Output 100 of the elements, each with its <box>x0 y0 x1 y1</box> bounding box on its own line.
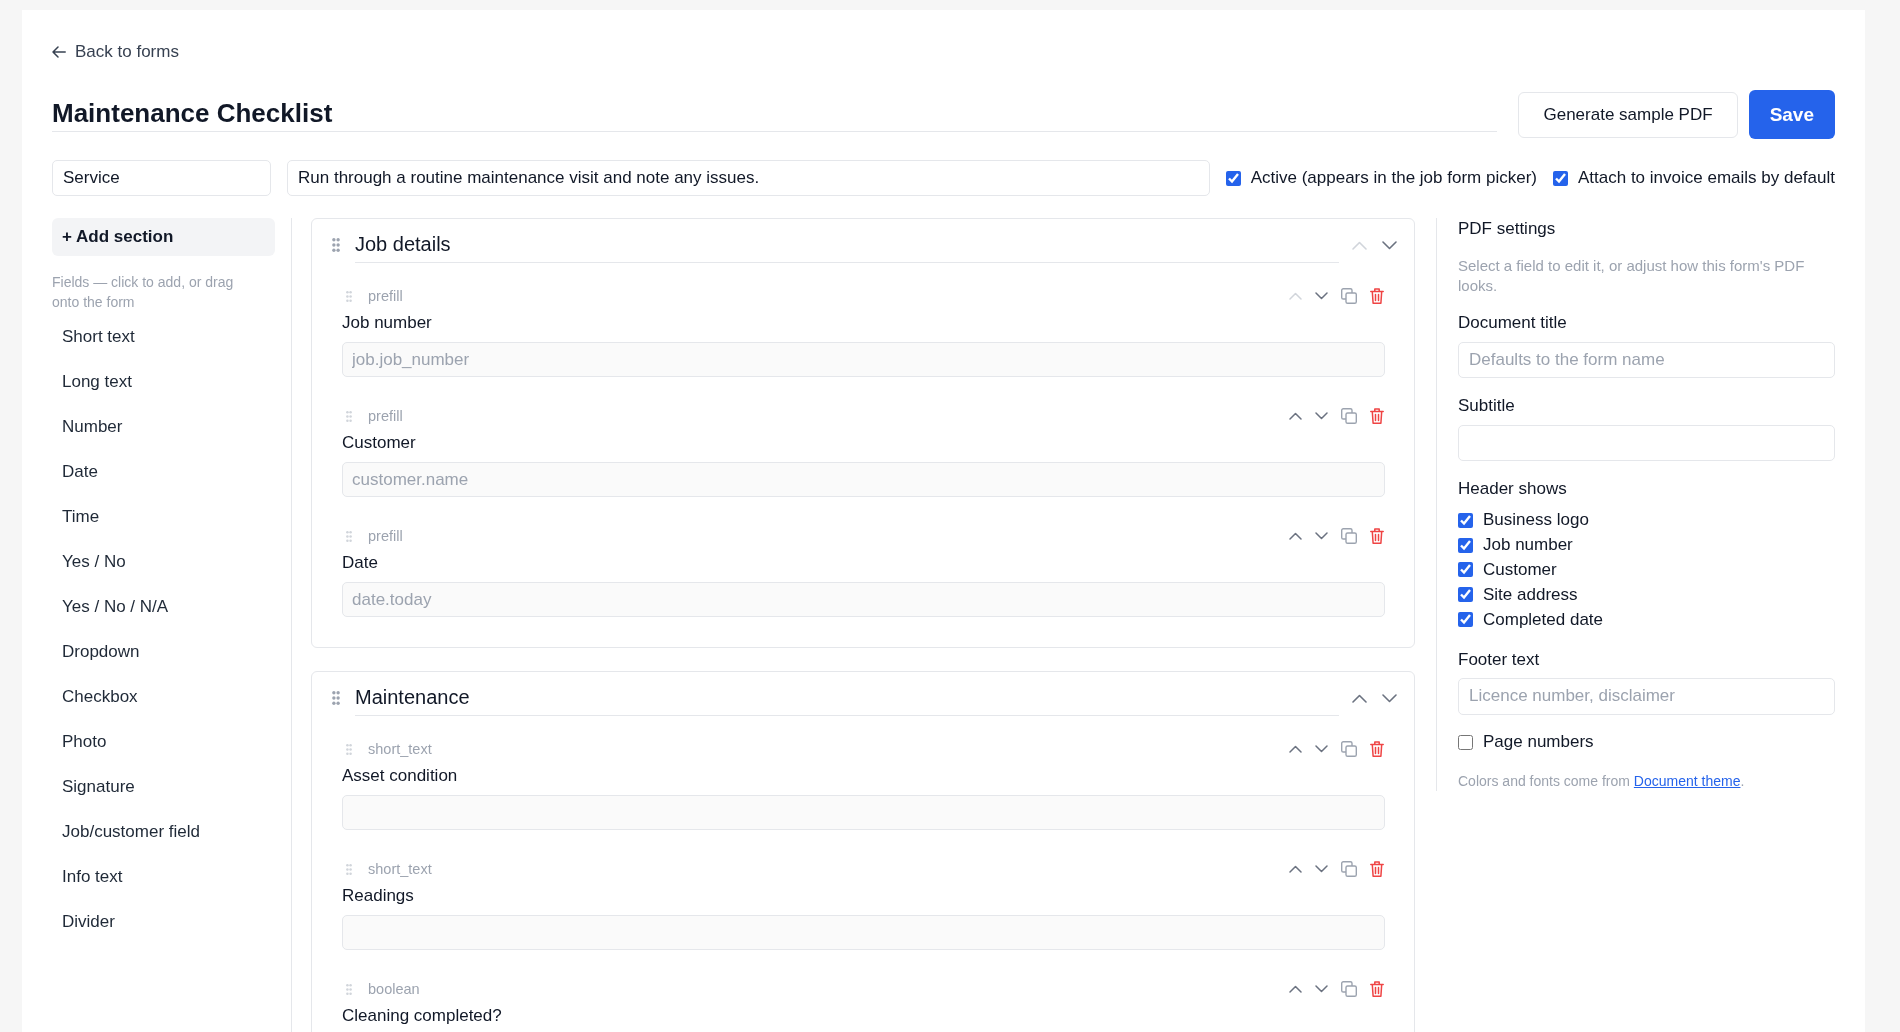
field-type-label: short_text <box>368 861 432 877</box>
field-type-item[interactable]: Yes / No / N/A <box>52 584 275 629</box>
section-title-field[interactable]: Maintenance <box>355 680 1339 716</box>
copy-icon[interactable] <box>1341 528 1357 544</box>
copy-icon[interactable] <box>1341 741 1357 757</box>
trash-icon[interactable] <box>1370 861 1384 877</box>
drag-handle-icon[interactable] <box>346 410 352 422</box>
field-type-item[interactable]: Signature <box>52 764 275 809</box>
field-type-label: boolean <box>368 981 420 997</box>
chevron-down-icon[interactable] <box>1382 240 1397 250</box>
chevron-up-icon[interactable] <box>1289 985 1302 993</box>
input-field[interactable] <box>342 915 1385 950</box>
copy-icon[interactable] <box>1341 408 1357 424</box>
chevron-down-icon[interactable] <box>1315 292 1328 300</box>
field-type-item[interactable]: Job/customer field <box>52 809 275 854</box>
chevron-up-icon[interactable] <box>1352 693 1367 703</box>
generate-pdf-button[interactable]: Generate sample PDF <box>1518 92 1738 138</box>
checkbox[interactable] <box>1458 734 1473 750</box>
panel-hint: Select a field to edit it, or adjust how this form's PDF looks. <box>1458 256 1806 296</box>
field-type-item[interactable]: Info text <box>52 854 275 899</box>
chevron-up-icon[interactable] <box>1289 865 1302 873</box>
chevron-down-icon[interactable] <box>1315 532 1328 540</box>
field-type-item[interactable]: Divider <box>52 899 275 944</box>
field-type-item[interactable]: Yes / No <box>52 539 275 584</box>
add-section-button[interactable]: + Add section <box>52 218 275 256</box>
field-type-item[interactable]: Date <box>52 449 275 494</box>
field-type-label: prefill <box>368 528 403 544</box>
field-type-item[interactable]: Short text <box>52 314 275 359</box>
panel-title: PDF settings <box>1458 218 1557 240</box>
field-label: Job number <box>342 313 433 333</box>
input-field[interactable]: customer.name <box>342 462 1385 497</box>
chevron-down-icon[interactable] <box>1315 412 1328 420</box>
document-title-field[interactable]: Defaults to the form name <box>1458 342 1835 378</box>
back-link[interactable]: Back to forms <box>52 42 179 62</box>
field-type-item[interactable]: Dropdown <box>52 629 275 674</box>
drag-handle-icon[interactable] <box>346 743 352 755</box>
checkbox[interactable] <box>1458 587 1473 603</box>
copy-icon[interactable] <box>1341 861 1357 877</box>
chevron-up-icon[interactable] <box>1289 745 1302 753</box>
trash-icon[interactable] <box>1370 741 1384 757</box>
field-type-label: short_text <box>368 741 432 757</box>
checkbox-label: Business logo <box>1483 510 1589 531</box>
trash-icon[interactable] <box>1370 981 1384 997</box>
checkbox-label: Job number <box>1483 535 1573 556</box>
trash-icon[interactable] <box>1370 528 1384 544</box>
field-type-label: prefill <box>368 408 403 424</box>
chevron-down-icon[interactable] <box>1315 745 1328 753</box>
field-label: Date <box>342 553 379 573</box>
field-label: Subtitle <box>1458 395 1516 417</box>
field-type-item[interactable]: Long text <box>52 359 275 404</box>
field-label: Readings <box>342 886 415 906</box>
checkbox-label: Active (appears in the job form picker) <box>1250 168 1537 188</box>
checkbox[interactable] <box>1458 512 1473 528</box>
footer-text-field[interactable]: Licence number, disclaimer <box>1458 678 1835 715</box>
checkbox[interactable] <box>1552 170 1568 186</box>
chevron-down-icon[interactable] <box>1315 865 1328 873</box>
chevron-down-icon[interactable] <box>1382 693 1397 703</box>
field-type-label: prefill <box>368 288 403 304</box>
field-type-item[interactable]: Time <box>52 494 275 539</box>
subtitle-field[interactable] <box>1458 425 1835 461</box>
copy-icon[interactable] <box>1341 288 1357 304</box>
save-button[interactable]: Save <box>1748 90 1835 139</box>
checkbox-label: Attach to invoice emails by default <box>1577 168 1835 188</box>
field-label: Customer <box>342 433 417 453</box>
trash-icon[interactable] <box>1370 408 1384 424</box>
drag-handle-icon[interactable] <box>346 983 352 995</box>
field-type-item[interactable]: Number <box>52 404 275 449</box>
input-field[interactable]: job.job_number <box>342 342 1385 377</box>
field-label: Asset condition <box>342 766 459 786</box>
arrow-left-icon <box>52 46 66 58</box>
checkbox[interactable] <box>1225 170 1241 186</box>
drag-handle-icon[interactable] <box>346 863 352 875</box>
copy-icon[interactable] <box>1341 981 1357 997</box>
chevron-up-icon[interactable] <box>1289 412 1302 420</box>
checkbox-label: Site address <box>1483 584 1578 605</box>
palette-hint: Fields — click to add, or drag onto the form <box>52 273 235 312</box>
form-name-field[interactable]: Maintenance Checklist <box>52 90 1498 132</box>
input-field[interactable] <box>342 795 1385 830</box>
field-type-item[interactable]: Photo <box>52 719 275 764</box>
checkbox-label: Completed date <box>1483 609 1604 630</box>
field-label: Footer text <box>1458 649 1541 671</box>
section-title-field[interactable]: Job details <box>355 227 1339 263</box>
checkbox[interactable] <box>1458 537 1473 553</box>
drag-handle-icon[interactable] <box>346 530 352 542</box>
description-field[interactable]: Run through a routine maintenance visit and note any issues. <box>287 160 1210 196</box>
drag-handle-icon[interactable] <box>332 238 340 252</box>
field-type-item[interactable]: Checkbox <box>52 674 275 719</box>
category-field[interactable]: Service <box>52 160 271 196</box>
checkbox[interactable] <box>1458 612 1473 628</box>
drag-handle-icon[interactable] <box>346 290 352 302</box>
checkbox[interactable] <box>1458 562 1473 578</box>
chevron-up-icon[interactable] <box>1289 532 1302 540</box>
field-label: Document title <box>1458 312 1568 334</box>
chevron-down-icon[interactable] <box>1315 985 1328 993</box>
field-label: Cleaning completed? <box>342 1006 503 1026</box>
drag-handle-icon[interactable] <box>332 691 340 705</box>
theme-note: Colors and fonts come from Document theme. <box>1458 771 1746 791</box>
input-field[interactable]: date.today <box>342 582 1385 617</box>
checkbox-label: Page numbers <box>1483 732 1594 753</box>
trash-icon[interactable] <box>1370 288 1384 304</box>
